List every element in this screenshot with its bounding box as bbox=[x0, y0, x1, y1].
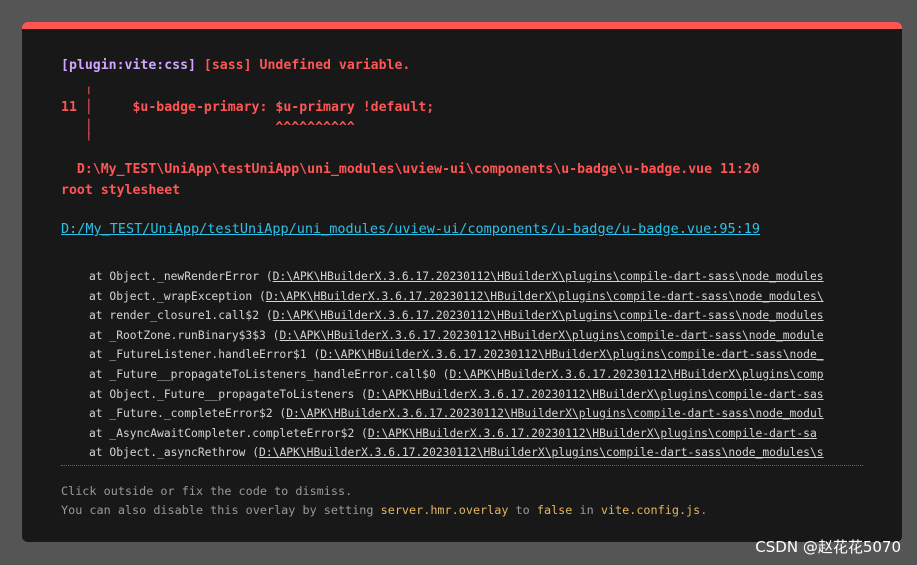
code-frame-code: │ $u-badge-primary: $u-primary !default; bbox=[76, 100, 435, 115]
stack-frame-function: at _Future__propagateToListeners_handleE… bbox=[89, 367, 450, 381]
stack-trace: at Object._newRenderError (D:\APK\HBuild… bbox=[89, 267, 863, 463]
tip-dismiss: Click outside or fix the code to dismiss… bbox=[61, 484, 353, 498]
code-frame-line-1: ╷ bbox=[61, 80, 93, 95]
stack-frame-function: at render_closure1.call$2 ( bbox=[89, 309, 273, 323]
stack-frame: at _Future._completeError$2 (D:\APK\HBui… bbox=[89, 404, 863, 424]
code-frame-line-2: 11 │ $u-badge-primary: $u-primary !defau… bbox=[61, 100, 434, 115]
stack-frame-function: at Object._asyncRethrow ( bbox=[89, 446, 260, 460]
stack-frame: at render_closure1.call$2 (D:\APK\HBuild… bbox=[89, 306, 863, 326]
tip-disable-overlay: You can also disable this overlay by set… bbox=[61, 503, 707, 517]
stack-frame-function: at Object._wrapException ( bbox=[89, 289, 266, 303]
stack-frame-path-link[interactable]: D:\APK\HBuilderX.3.6.17.20230112\HBuilde… bbox=[449, 368, 823, 381]
stack-frame-path-link[interactable]: D:\APK\HBuilderX.3.6.17.20230112\HBuilde… bbox=[368, 427, 817, 440]
stack-frame-function: at _AsyncAwaitCompleter.completeError$2 … bbox=[89, 426, 368, 440]
code-frame-line-number: 11 bbox=[61, 100, 77, 115]
stack-frame-path-link[interactable]: D:\APK\HBuilderX.3.6.17.20230112\HBuilde… bbox=[273, 309, 824, 322]
stack-frame-path-link[interactable]: D:\APK\HBuilderX.3.6.17.20230112\HBuilde… bbox=[286, 407, 823, 420]
tip-code-false: false bbox=[536, 503, 573, 517]
tip-text-d: . bbox=[700, 503, 708, 517]
stack-frame: at Object._asyncRethrow (D:\APK\HBuilder… bbox=[89, 443, 863, 463]
stack-frame: at Object._wrapException (D:\APK\HBuilde… bbox=[89, 287, 863, 307]
stack-frame: at Object._newRenderError (D:\APK\HBuild… bbox=[89, 267, 863, 287]
error-message: [plugin:vite:css] [sass] Undefined varia… bbox=[61, 58, 410, 73]
stack-frame-path-link[interactable]: D:\APK\HBuilderX.3.6.17.20230112\HBuilde… bbox=[273, 270, 824, 283]
stack-frame-path-link[interactable]: D:\APK\HBuilderX.3.6.17.20230112\HBuilde… bbox=[266, 290, 824, 303]
code-frame-line-3: │ ^^^^^^^^^^ bbox=[61, 120, 355, 135]
file-link-path[interactable]: /My_TEST/UniApp/testUniApp/uni_modules/u… bbox=[77, 221, 760, 237]
stack-frame-function: at Object._newRenderError ( bbox=[89, 270, 273, 283]
stack-frame-path-link[interactable]: D:\APK\HBuilderX.3.6.17.20230112\HBuilde… bbox=[368, 388, 824, 401]
stack-frame-path-link[interactable]: D:\APK\HBuilderX.3.6.17.20230112\HBuilde… bbox=[259, 446, 824, 459]
stack-frame: at Object._Future__propagateToListeners … bbox=[89, 385, 863, 405]
stack-frame-function: at _FutureListener.handleError$1 ( bbox=[89, 348, 321, 362]
stack-frame: at _RootZone.runBinary$3$3 (D:\APK\HBuil… bbox=[89, 326, 863, 346]
tip-text-c: in bbox=[572, 503, 601, 517]
stack-frame-path-link[interactable]: D:\APK\HBuilderX.3.6.17.20230112\HBuilde… bbox=[279, 329, 823, 342]
tip-code-vite-config: vite.config.js bbox=[600, 503, 701, 517]
file-link[interactable]: D:/My_TEST/UniApp/testUniApp/uni_modules… bbox=[61, 221, 760, 237]
stack-frame: at _FutureListener.handleError$1 (D:\APK… bbox=[89, 345, 863, 365]
file-link-drive: D: bbox=[61, 221, 78, 237]
watermark: CSDN @赵花花5070 bbox=[755, 538, 901, 556]
tip-text-b: to bbox=[508, 503, 537, 517]
stack-frame-function: at _Future._completeError$2 ( bbox=[89, 407, 287, 421]
error-overlay-window: [plugin:vite:css] [sass] Undefined varia… bbox=[22, 22, 902, 542]
divider bbox=[61, 465, 863, 466]
stack-frame: at _AsyncAwaitCompleter.completeError$2 … bbox=[89, 424, 863, 444]
stack-frame-function: at Object._Future__propagateToListeners … bbox=[89, 387, 368, 401]
code-frame-line-4: ╵ bbox=[61, 134, 93, 149]
stack-frame: at _Future__propagateToListeners_handleE… bbox=[89, 365, 863, 385]
error-location: D:\My_TEST\UniApp\testUniApp\uni_modules… bbox=[61, 162, 760, 177]
error-message-text: [sass] Undefined variable. bbox=[195, 58, 411, 73]
stack-frame-function: at _RootZone.runBinary$3$3 ( bbox=[89, 328, 280, 342]
stack-frame-path-link[interactable]: D:\APK\HBuilderX.3.6.17.20230112\HBuilde… bbox=[320, 348, 823, 361]
plugin-tag: [plugin:vite:css] bbox=[61, 58, 196, 73]
root-stylesheet: root stylesheet bbox=[61, 183, 181, 198]
tip-code-hmr-overlay: server.hmr.overlay bbox=[380, 503, 509, 517]
tip-text-a: You can also disable this overlay by set… bbox=[61, 503, 381, 517]
